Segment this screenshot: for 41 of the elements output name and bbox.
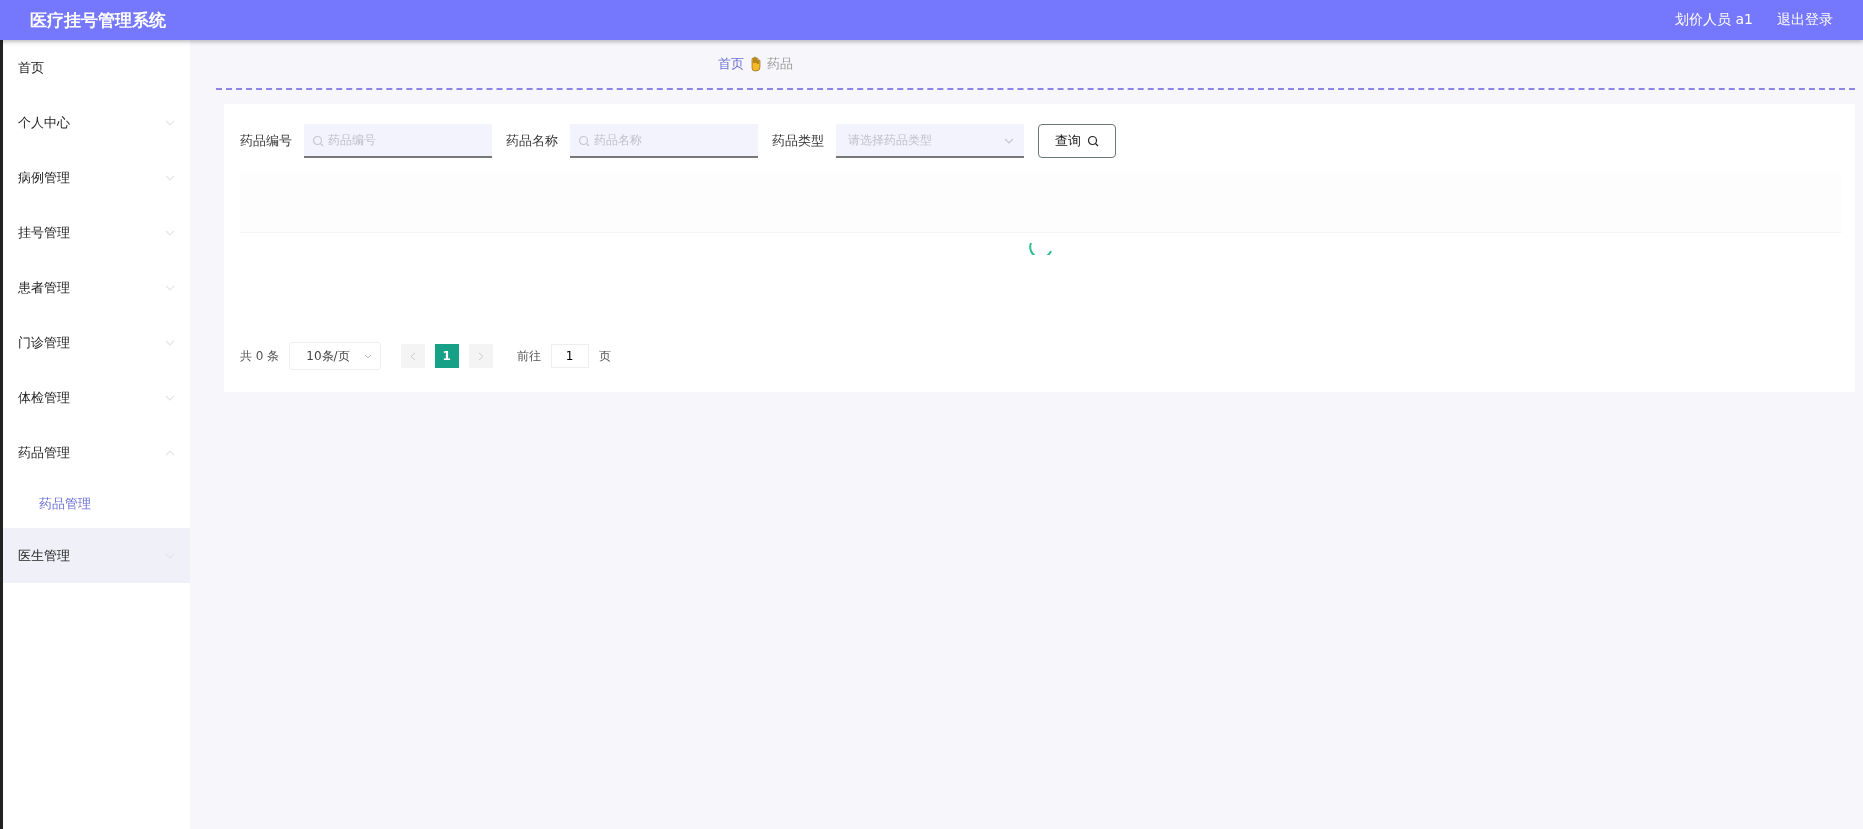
chevron-icon [165, 449, 175, 456]
menu-item[interactable]: 药品管理 [3, 425, 190, 480]
menu-item[interactable]: 挂号管理 [3, 205, 190, 260]
chevron-icon [165, 229, 175, 236]
chevron-left-icon [409, 351, 416, 361]
filter-label: 药品名称 [506, 132, 558, 150]
breadcrumb-item: 药品 [767, 55, 793, 73]
chevron-icon [165, 284, 175, 291]
chevron-icon [165, 339, 175, 346]
menu-item[interactable]: 体检管理 [3, 370, 190, 425]
total-count: 共 0 条 [240, 347, 280, 365]
menu-item[interactable]: 患者管理 [3, 260, 190, 315]
submenu-item[interactable]: 药品管理 [3, 480, 190, 528]
breadcrumb-item[interactable]: 首页 [718, 55, 744, 73]
logout-link[interactable]: 退出登录 [1777, 11, 1833, 29]
app-title: 医疗挂号管理系统 [30, 8, 167, 32]
search-icon [578, 135, 590, 147]
chevron-icon [165, 119, 175, 126]
menu-item[interactable]: 门诊管理 [3, 315, 190, 370]
query-button[interactable]: 查询 [1038, 124, 1116, 158]
chevron-icon [1004, 138, 1014, 144]
chevron-icon [165, 394, 175, 401]
menu-item[interactable]: 病例管理 [3, 150, 190, 205]
search-icon [1087, 135, 1099, 147]
chevron-icon [363, 353, 372, 359]
chevron-right-icon [477, 351, 484, 361]
user-label: 划价人员 a1 [1675, 11, 1753, 29]
filter-label: 药品类型 [772, 132, 824, 150]
goto-label: 前往 [516, 347, 541, 365]
filter-label: 药品编号 [240, 132, 292, 150]
menu-item[interactable]: 个人中心 [3, 95, 190, 150]
hand-icon [750, 56, 761, 72]
next-page-button[interactable] [468, 344, 493, 368]
menu-item[interactable]: 医生管理 [3, 528, 190, 583]
search-icon [312, 135, 324, 147]
goto-page-field[interactable]: 1 [550, 344, 589, 368]
chevron-icon [165, 174, 175, 181]
prev-page-button[interactable] [400, 344, 425, 368]
page-size-select[interactable]: 10条/页 [289, 342, 381, 370]
page-suffix: 页 [598, 347, 611, 365]
menu-item[interactable]: 首页 [3, 40, 190, 95]
